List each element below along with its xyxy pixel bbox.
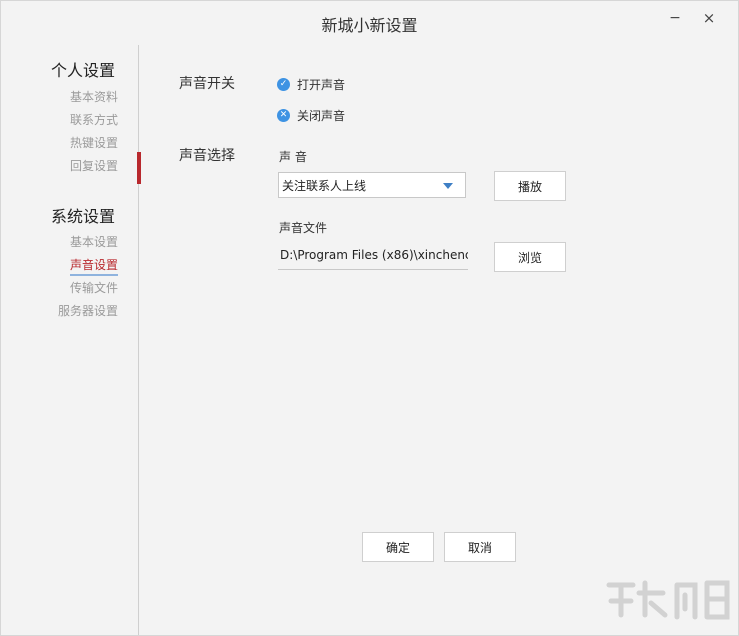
close-button[interactable]: ×: [697, 7, 721, 29]
sound-select-label: 声音选择: [179, 148, 235, 164]
cancel-button[interactable]: 取消: [444, 532, 516, 562]
sidebar: 个人设置 基本资料 联系方式 热键设置 回复设置 系统设置 基本设置 声音设置 …: [1, 45, 139, 635]
sidebar-item-basic-settings[interactable]: 基本设置: [0, 233, 118, 250]
sidebar-group-personal: 个人设置: [51, 61, 116, 80]
radio-sound-off-label: 关闭声音: [297, 109, 346, 123]
radio-sound-on[interactable]: ✓ 打开声音: [277, 76, 345, 93]
title-bar: 新城小新设置 − ×: [1, 1, 738, 45]
sidebar-item-contact[interactable]: 联系方式: [0, 111, 118, 128]
sidebar-item-server-settings[interactable]: 服务器设置: [0, 302, 118, 319]
check-icon: ✓: [277, 78, 290, 91]
browse-button[interactable]: 浏览: [494, 242, 566, 272]
watermark-logo: [606, 580, 730, 620]
sound-dropdown-value: 关注联系人上线: [282, 178, 367, 193]
play-button[interactable]: 播放: [494, 171, 566, 201]
sound-file-path-field[interactable]: D:\Program Files (x86)\xinchenc: [278, 244, 468, 270]
radio-sound-on-label: 打开声音: [297, 78, 346, 92]
chevron-down-icon: [443, 183, 453, 189]
x-icon: ✕: [277, 109, 290, 122]
sidebar-item-hotkeys[interactable]: 热键设置: [0, 134, 118, 151]
minimize-button[interactable]: −: [663, 7, 687, 29]
sidebar-item-sound-settings[interactable]: 声音设置: [0, 256, 118, 276]
sidebar-item-basic-info[interactable]: 基本资料: [0, 88, 118, 105]
sound-switch-label: 声音开关: [179, 76, 235, 92]
window-title: 新城小新设置: [321, 16, 418, 35]
radio-sound-off[interactable]: ✕ 关闭声音: [277, 107, 345, 124]
settings-window: 新城小新设置 − × 个人设置 基本资料 联系方式 热键设置 回复设置 系统设置…: [0, 0, 739, 636]
minimize-icon: −: [669, 10, 681, 26]
sidebar-item-file-transfer[interactable]: 传输文件: [0, 279, 118, 296]
sound-dropdown[interactable]: 关注联系人上线: [278, 172, 466, 198]
main-panel: 声音开关 ✓ 打开声音 ✕ 关闭声音 声音选择 声 音 关注联系人上线 播放 声…: [139, 45, 738, 635]
close-icon: ×: [702, 9, 716, 27]
sound-field-label: 声 音: [279, 150, 307, 164]
sidebar-group-system: 系统设置: [51, 207, 116, 226]
ok-button[interactable]: 确定: [362, 532, 434, 562]
sound-file-label: 声音文件: [279, 221, 328, 235]
sidebar-item-reply[interactable]: 回复设置: [0, 157, 118, 174]
